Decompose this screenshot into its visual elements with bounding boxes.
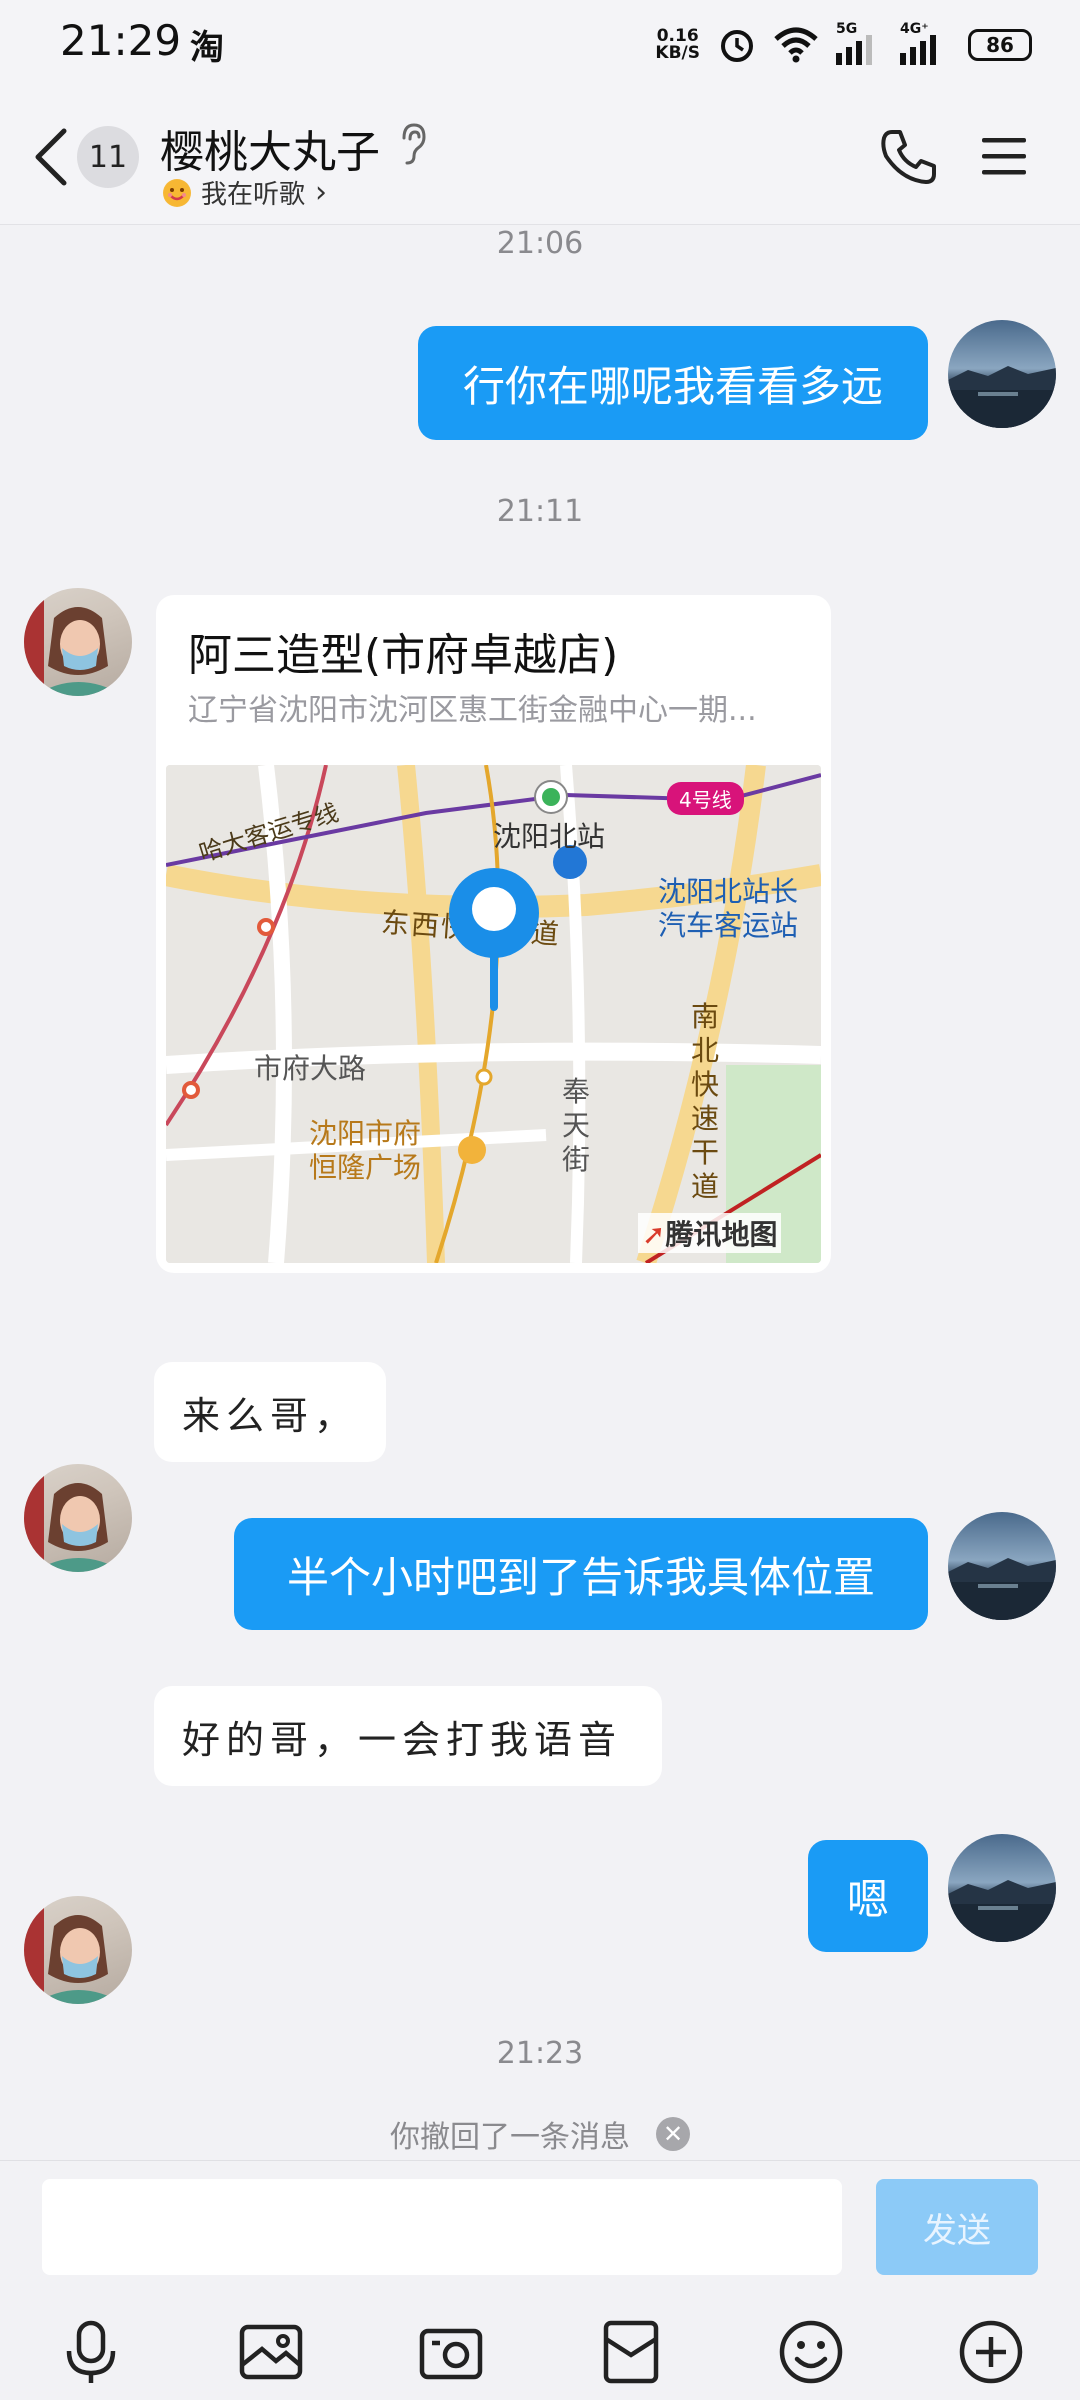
map-preview[interactable]: 4号线 沈阳北站 哈大客运专线 沈阳北站长 汽车客运站 东西快速干道 市府大路 …: [166, 765, 821, 1263]
map-label-street-2: 天: [562, 1109, 591, 1142]
status-bar: 21:29 淘 0.16 KB/S 5G 4G⁺ 86: [0, 0, 1080, 90]
compass-icon: ➚: [642, 1218, 666, 1251]
chevron-right-icon: ›: [315, 175, 328, 210]
chat-header: 11 樱桃大丸子 我在听歌 ›: [0, 90, 1080, 225]
status-time: 21:29: [60, 16, 182, 65]
map-label-plaza-1: 沈阳市府: [309, 1117, 422, 1150]
network-speed-unit: KB/S: [655, 43, 700, 63]
outgoing-message[interactable]: 行你在哪呢我看看多远: [418, 326, 928, 440]
outgoing-message[interactable]: 嗯: [808, 1840, 928, 1952]
location-address: 辽宁省沈阳市沈河区惠工街金融中心一期...: [188, 693, 757, 728]
map-label-street-3: 街: [562, 1143, 591, 1176]
map-label-highway-6: 道: [691, 1170, 720, 1203]
close-icon[interactable]: ✕: [656, 2117, 690, 2151]
signal-5g-icon: 5G: [836, 21, 882, 65]
map-label-highway-1: 南: [691, 1000, 720, 1033]
status-text: 我在听歌: [201, 180, 306, 210]
ear-icon: [402, 123, 426, 165]
incoming-message[interactable]: 来么哥，: [154, 1362, 386, 1462]
emoji-icon[interactable]: [776, 2317, 846, 2387]
location-title: 阿三造型(市府卓越店): [188, 630, 619, 681]
my-avatar[interactable]: [948, 1512, 1056, 1620]
microphone-icon[interactable]: [56, 2317, 126, 2387]
map-label-highway-5: 干: [691, 1136, 720, 1169]
phone-call-icon[interactable]: [878, 126, 940, 188]
red-packet-icon[interactable]: [596, 2317, 666, 2387]
contact-avatar[interactable]: [24, 1464, 132, 1572]
map-label-bus-station-1: 沈阳北站长: [658, 875, 799, 908]
menu-icon[interactable]: [980, 134, 1028, 178]
camera-icon[interactable]: [416, 2317, 486, 2387]
metro-line-label: 4号线: [667, 782, 744, 815]
wifi-icon: [774, 27, 818, 63]
timestamp: 21:23: [496, 2036, 584, 2071]
map-brand-text: 腾讯地图: [665, 1218, 778, 1251]
contact-status[interactable]: 我在听歌 ›: [163, 174, 327, 211]
network-speed: 0.16 KB/S: [655, 28, 700, 62]
status-icons: 0.16 KB/S 5G 4G⁺ 86: [655, 21, 1032, 68]
alarm-icon: [721, 30, 753, 62]
signal-4g-icon: 4G⁺: [900, 21, 950, 65]
timestamp: 21:11: [496, 494, 584, 529]
map-label-fengtian-street: 奉 天 街: [562, 1075, 590, 1177]
plus-icon[interactable]: [956, 2317, 1026, 2387]
my-avatar[interactable]: [948, 320, 1056, 428]
recall-text: 你撤回了一条消息: [390, 2120, 630, 2155]
my-avatar[interactable]: [948, 1834, 1056, 1942]
contact-avatar[interactable]: [24, 1896, 132, 2004]
map-label-plaza-2: 恒隆广场: [309, 1151, 422, 1184]
location-pin-icon: [449, 868, 539, 1011]
map-label-bus-station: 沈阳北站长 汽车客运站: [658, 875, 798, 943]
unread-count-badge[interactable]: 11: [77, 126, 139, 188]
location-card[interactable]: 阿三造型(市府卓越店) 辽宁省沈阳市沈河区惠工街金融中心一期... 4号线 沈阳…: [156, 595, 831, 1273]
map-label-highway-4: 速: [691, 1102, 720, 1135]
map-label-plaza: 沈阳市府 恒隆广场: [309, 1117, 421, 1185]
map-label-highway-2: 北: [691, 1034, 720, 1067]
image-icon[interactable]: [236, 2317, 306, 2387]
message-input[interactable]: [42, 2179, 842, 2275]
map-label-shifu-road: 市府大路: [254, 1052, 367, 1085]
back-arrow-icon[interactable]: [30, 127, 74, 187]
timestamp: 21:06: [496, 226, 584, 261]
map-label-north-south-highway: 南 北 快 速 干 道: [691, 1000, 719, 1204]
contact-name[interactable]: 樱桃大丸子: [160, 116, 380, 180]
map-label-street-1: 奉: [562, 1075, 591, 1108]
map-brand: ➚腾讯地图: [638, 1213, 782, 1253]
outgoing-message[interactable]: 半个小时吧到了告诉我具体位置: [234, 1518, 928, 1630]
contact-avatar[interactable]: [24, 588, 132, 696]
map-label-station: 沈阳北站: [493, 820, 606, 853]
battery-indicator: 86: [968, 29, 1032, 61]
recall-notice: 你撤回了一条消息 ✕: [0, 2112, 1080, 2156]
input-area: 发送: [0, 2160, 1080, 2400]
map-label-bus-station-2: 汽车客运站: [658, 909, 799, 942]
incoming-message[interactable]: 好的哥，一会打我语音: [154, 1686, 662, 1786]
smiling-face-icon: [163, 178, 191, 207]
map-label-highway-3: 快: [691, 1068, 720, 1101]
send-button[interactable]: 发送: [876, 2179, 1038, 2275]
taobao-notification-icon: 淘: [190, 28, 224, 68]
